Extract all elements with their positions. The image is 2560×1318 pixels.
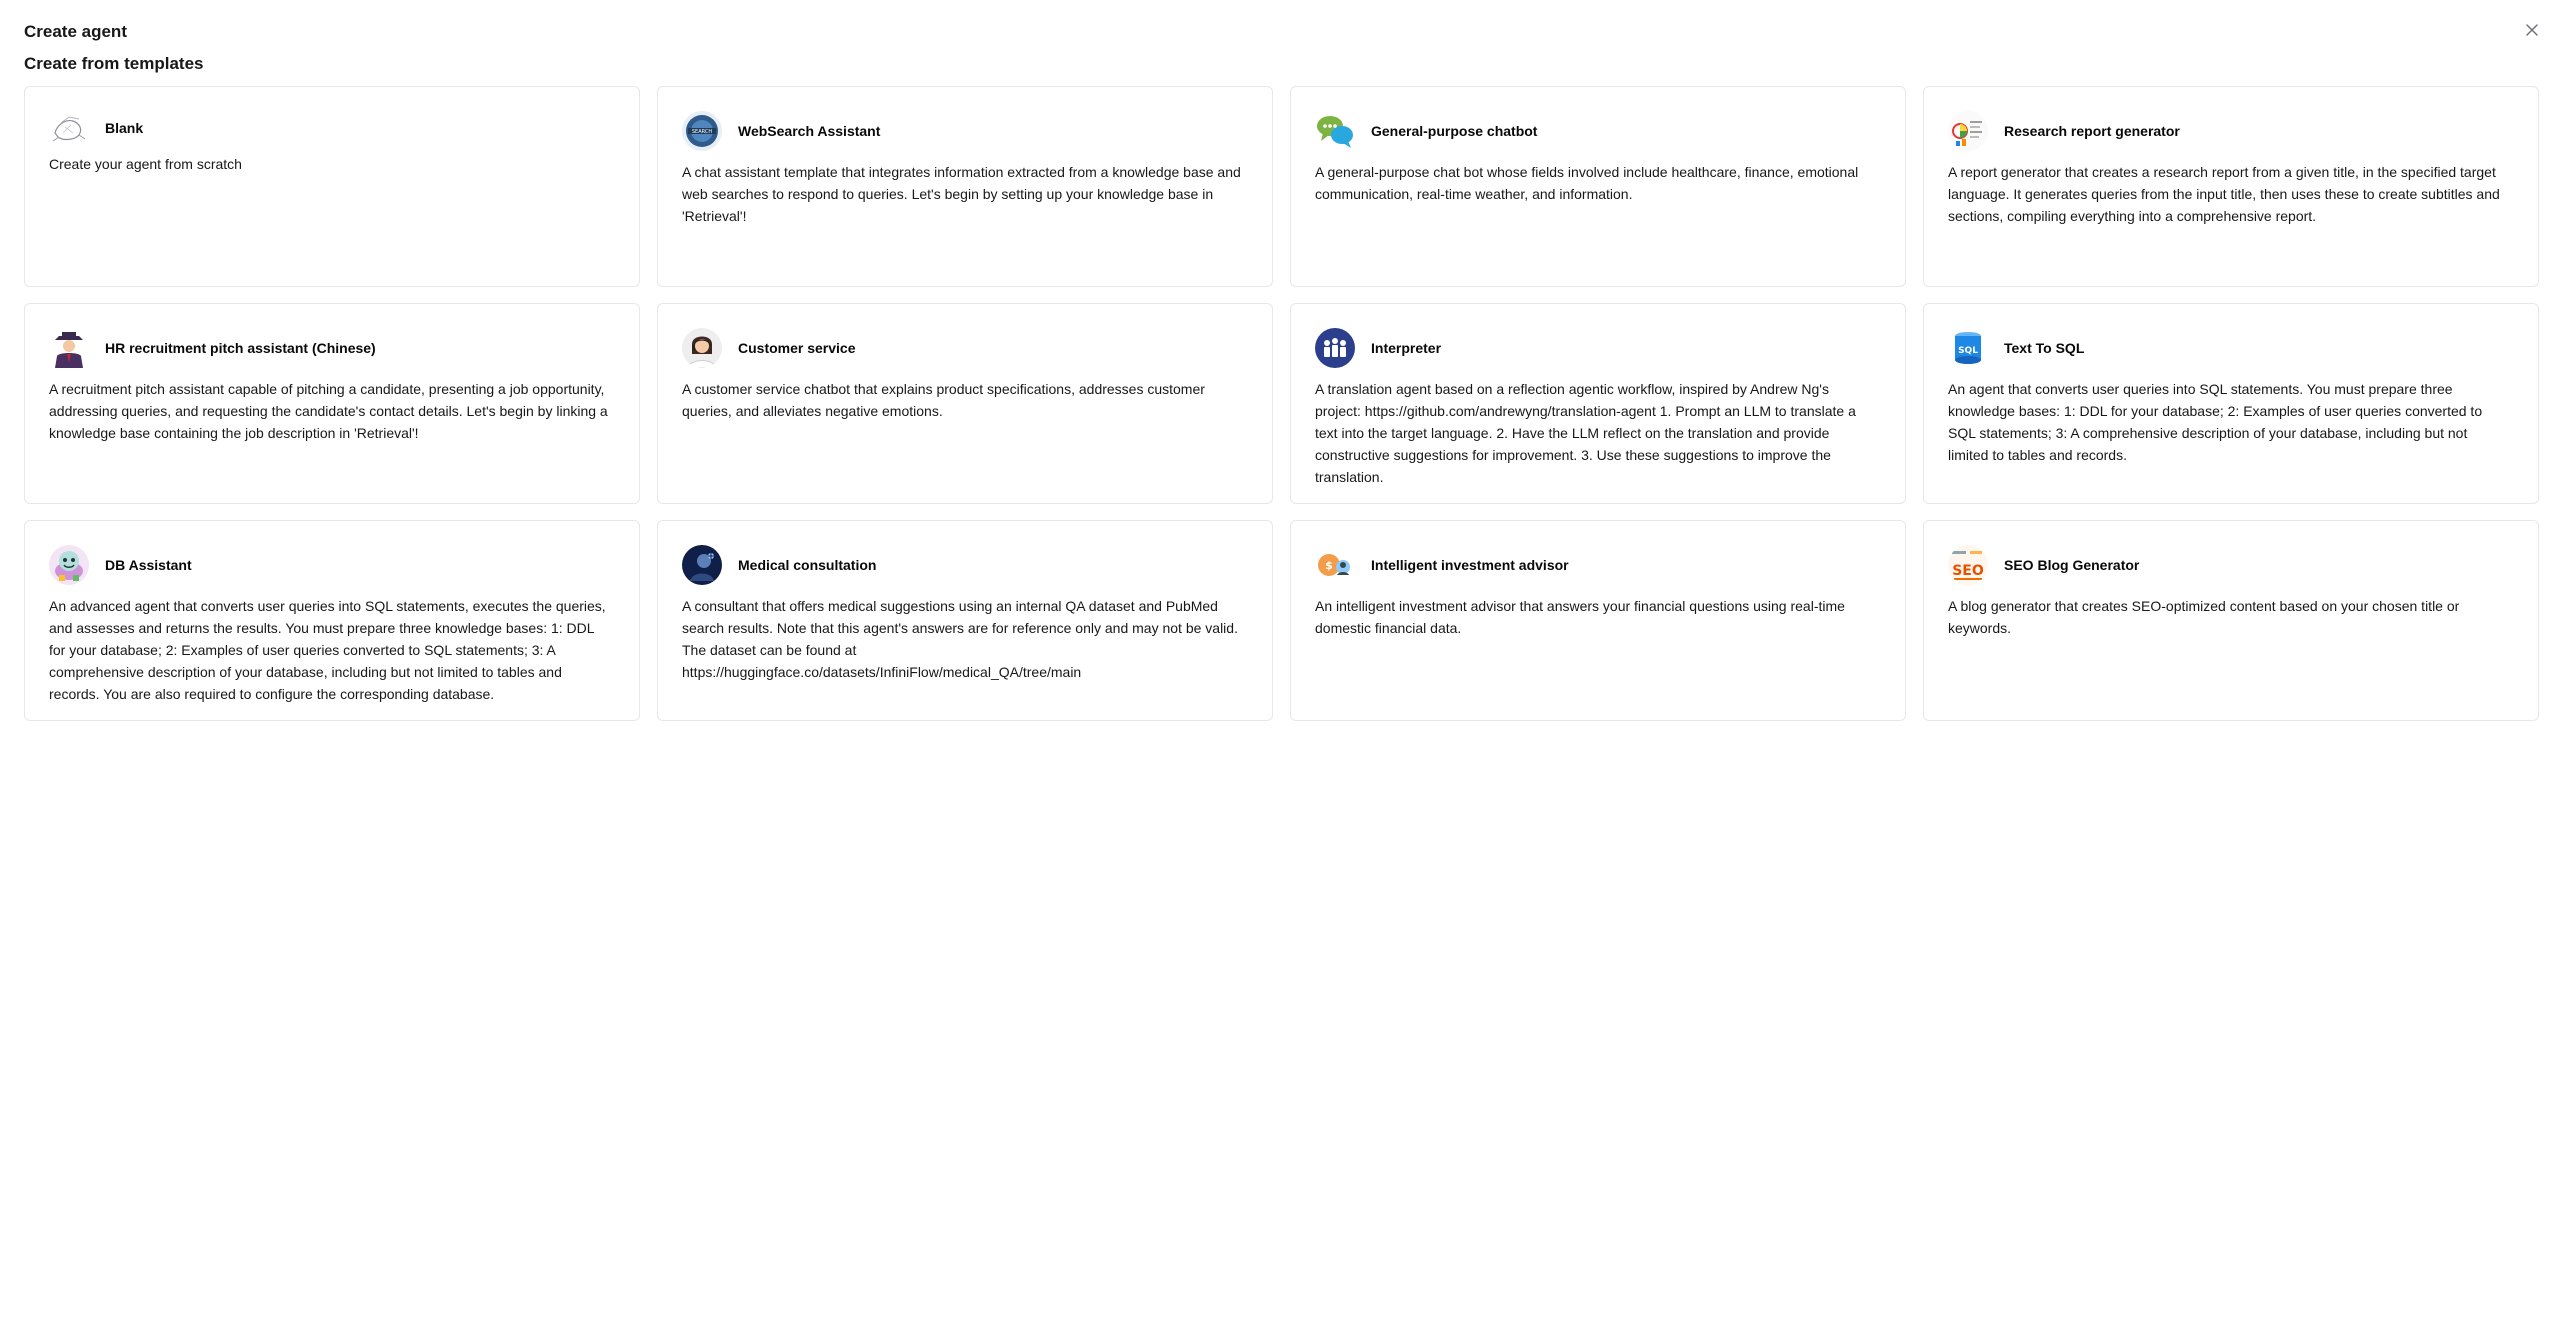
chat-bubbles-icon — [1315, 111, 1355, 151]
template-grid: Blank Create your agent from scratch SEA… — [24, 86, 2539, 721]
template-title: General-purpose chatbot — [1371, 123, 1538, 139]
template-description: Create your agent from scratch — [49, 156, 242, 172]
template-description: An agent that converts user queries into… — [1948, 381, 2483, 463]
report-icon — [1948, 111, 1988, 151]
template-title: Medical consultation — [738, 557, 877, 573]
template-card-customer-service[interactable]: Customer service A customer service chat… — [657, 303, 1273, 504]
template-description: A report generator that creates a resear… — [1948, 164, 2500, 224]
template-card-blank[interactable]: Blank Create your agent from scratch — [24, 86, 640, 287]
close-icon — [2526, 24, 2538, 36]
template-title: Text To SQL — [2004, 340, 2085, 356]
template-title: HR recruitment pitch assistant (Chinese) — [105, 340, 376, 356]
template-title: DB Assistant — [105, 557, 192, 573]
dialog-title: Create agent — [24, 22, 127, 41]
template-description: An intelligent investment advisor that a… — [1315, 598, 1845, 636]
template-card-general-purpose-chatbot[interactable]: General-purpose chatbot A general-purpos… — [1290, 86, 1906, 287]
section-title: Create from templates — [24, 54, 204, 73]
interpreter-icon — [1315, 328, 1355, 368]
template-card-interpreter[interactable]: Interpreter A translation agent based on… — [1290, 303, 1906, 504]
db-assistant-icon — [49, 545, 89, 585]
template-card-intelligent-investment-advisor[interactable]: $ Intelligent investment advisor An inte… — [1290, 520, 1906, 721]
template-card-medical-consultation[interactable]: Medical consultation A consultant that o… — [657, 520, 1273, 721]
template-description: A chat assistant template that integrate… — [682, 164, 1241, 224]
template-description: An advanced agent that converts user que… — [49, 598, 606, 702]
recruiter-icon — [49, 328, 89, 368]
template-card-websearch-assistant[interactable]: SEARCH WebSearch Assistant A chat assist… — [657, 86, 1273, 287]
template-title: Customer service — [738, 340, 856, 356]
svg-text:$: $ — [1325, 559, 1333, 572]
template-title: Interpreter — [1371, 340, 1442, 356]
template-title: Research report generator — [2004, 123, 2180, 139]
template-description: A recruitment pitch assistant capable of… — [49, 381, 608, 441]
blank-sketch-icon — [49, 108, 89, 148]
template-card-db-assistant[interactable]: DB Assistant An advanced agent that conv… — [24, 520, 640, 721]
create-agent-dialog: Create agent Create from templates Blank — [0, 0, 2560, 1318]
template-card-seo-blog-generator[interactable]: SEO SEO Blog Generator A blog generator … — [1923, 520, 2539, 721]
close-button[interactable] — [2518, 16, 2546, 44]
template-description: A translation agent based on a reflectio… — [1315, 381, 1856, 485]
template-description: A consultant that offers medical suggest… — [682, 598, 1238, 680]
svg-text:SEARCH: SEARCH — [692, 129, 712, 135]
svg-text:SEO: SEO — [1952, 563, 1984, 579]
template-description: A blog generator that creates SEO-optimi… — [1948, 598, 2460, 636]
investment-icon: $ — [1315, 545, 1355, 585]
template-card-text-to-sql[interactable]: SQL Text To SQL An agent that converts u… — [1923, 303, 2539, 504]
web-search-icon: SEARCH — [682, 111, 722, 151]
template-title: SEO Blog Generator — [2004, 557, 2140, 573]
template-title: WebSearch Assistant — [738, 123, 881, 139]
template-description: A general-purpose chat bot whose fields … — [1315, 164, 1859, 202]
svg-text:SQL: SQL — [1958, 346, 1978, 356]
sql-database-icon: SQL — [1948, 328, 1988, 368]
template-card-hr-recruitment-pitch-assistant[interactable]: HR recruitment pitch assistant (Chinese)… — [24, 303, 640, 504]
seo-icon: SEO — [1948, 545, 1988, 585]
template-title: Blank — [105, 120, 144, 136]
template-title: Intelligent investment advisor — [1371, 557, 1569, 573]
medical-icon — [682, 545, 722, 585]
customer-service-icon — [682, 328, 722, 368]
template-description: A customer service chatbot that explains… — [682, 381, 1205, 419]
template-card-research-report-generator[interactable]: Research report generator A report gener… — [1923, 86, 2539, 287]
